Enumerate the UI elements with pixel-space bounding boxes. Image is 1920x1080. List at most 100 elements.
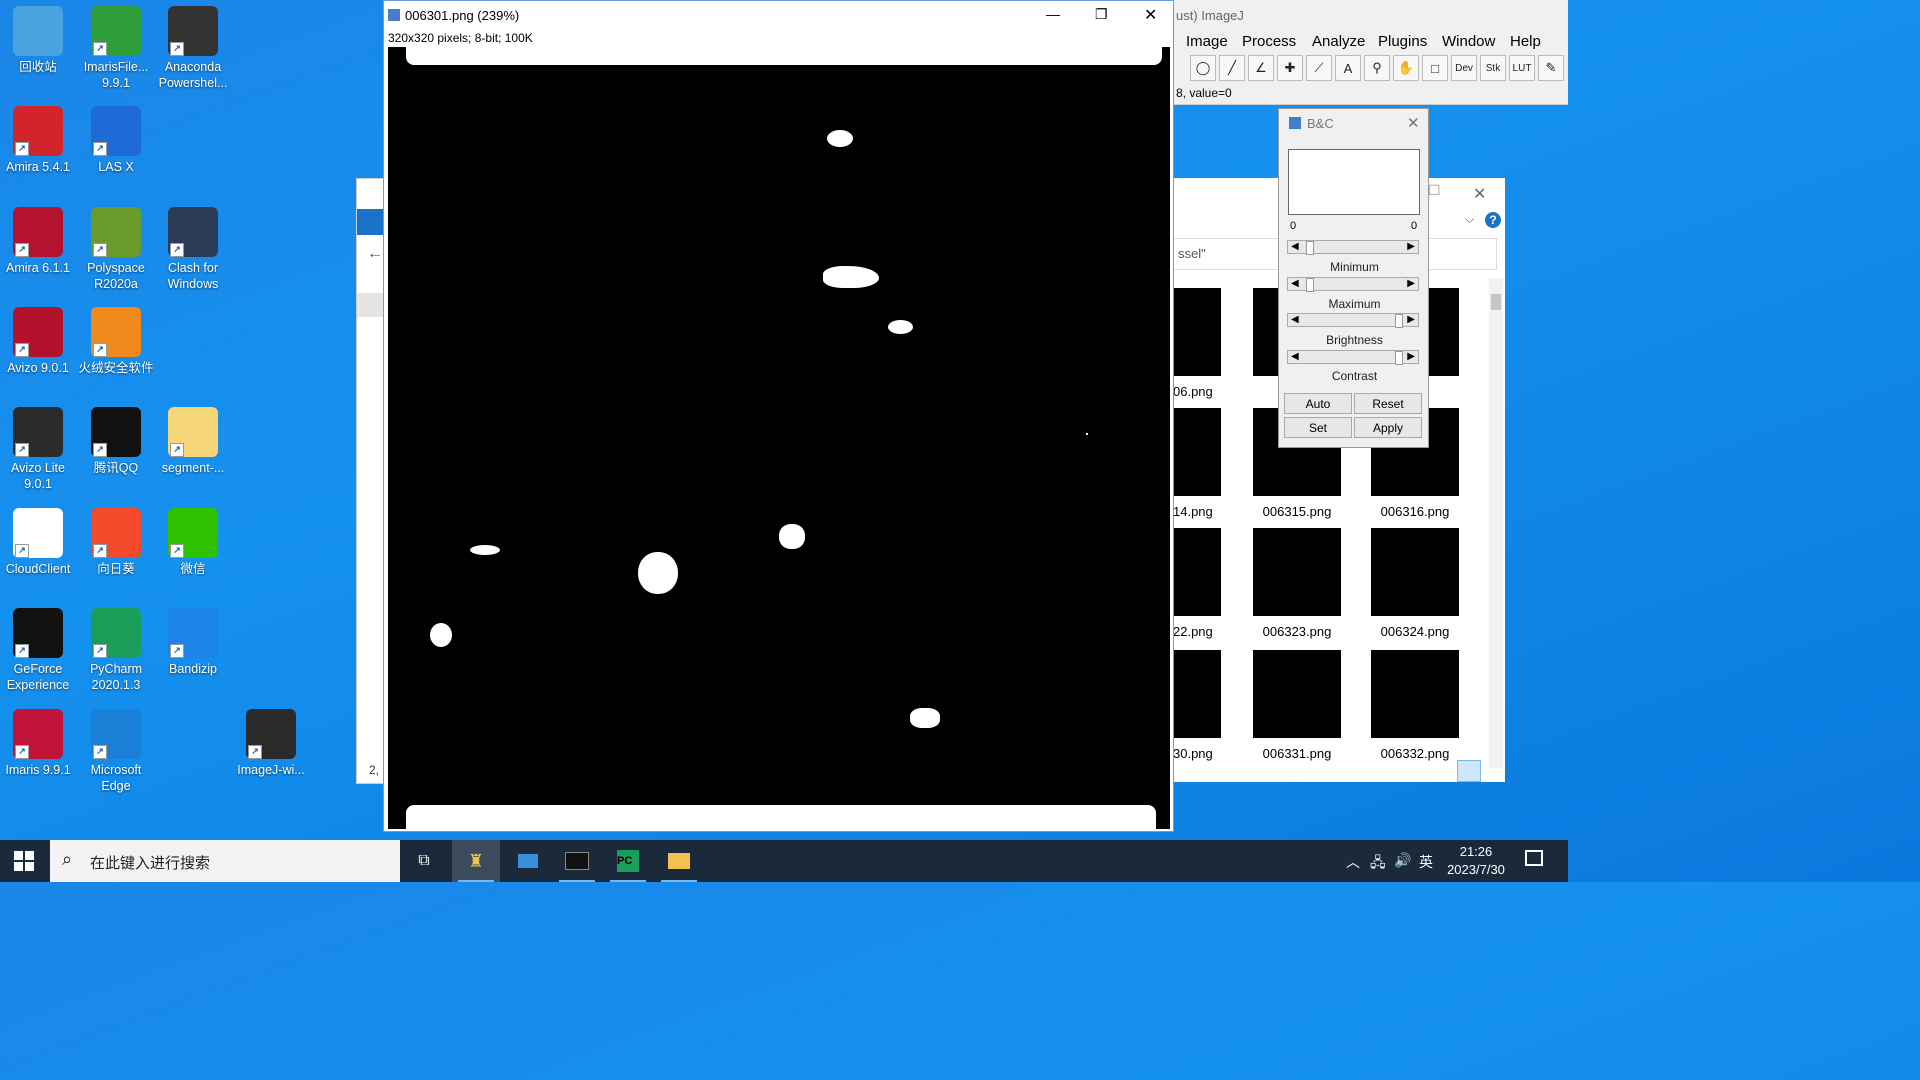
desktop-shortcut[interactable]: ↗ 微信 [155,508,231,577]
file-name[interactable]: 22.png [1173,624,1217,639]
desktop-shortcut[interactable]: ↗ Amira 6.1.1 [0,207,76,276]
tool-button[interactable]: Dev [1451,55,1477,81]
desktop-shortcut[interactable]: ↗ segment-... [155,407,231,476]
brightness-slider[interactable]: ◀ ▶ [1287,313,1419,328]
color-picker-icon[interactable]: □ [1422,55,1448,81]
reset-button[interactable]: Reset [1354,393,1422,414]
ime-indicator[interactable]: 英 [1419,852,1433,872]
taskbar-search[interactable]: ⌕ 在此键入进行搜索 [50,840,400,882]
apply-button[interactable]: Apply [1354,417,1422,438]
desktop-shortcut[interactable]: ↗ GeForce Experience [0,608,76,693]
desktop-shortcut[interactable]: ↗ 火绒安全软件 [78,307,154,376]
desktop-shortcut[interactable]: ↗ LAS X [78,106,154,175]
contrast-slider[interactable]: ◀ ▶ [1287,350,1419,365]
maximum-slider[interactable]: ◀ ▶ [1287,277,1419,292]
point-icon[interactable]: ✚ [1277,55,1303,81]
hand-icon[interactable]: ✋ [1393,55,1419,81]
line-icon[interactable]: ╱ [1219,55,1245,81]
angle-icon[interactable]: ∠ [1248,55,1274,81]
desktop-shortcut[interactable]: ↗ ImageJ-wi... [233,709,309,778]
windows-start-icon[interactable] [14,851,34,871]
help-icon[interactable]: ? [1485,212,1501,228]
network-icon[interactable]: 🖧 [1370,852,1386,876]
desktop-shortcut[interactable]: ↗ Bandizip [155,608,231,677]
image-canvas[interactable] [388,47,1170,829]
clock-time[interactable]: 21:26 [1446,844,1506,859]
file-name[interactable]: 30.png [1173,746,1217,761]
desktop-shortcut[interactable]: ↗ Avizo Lite 9.0.1 [0,407,76,492]
file-name[interactable]: 06.png [1173,384,1217,399]
explorer-scrollbar[interactable] [1489,278,1503,768]
desktop-shortcut[interactable]: ↗ Clash for Windows [155,207,231,292]
task-view-icon[interactable]: ⧉ [400,840,448,882]
menu-item[interactable]: Analyze [1312,33,1365,50]
close-icon[interactable]: ✕ [1144,5,1157,25]
shortcut-arrow-icon: ↗ [170,544,184,558]
desktop-shortcut[interactable]: ↗ Microsoft Edge [78,709,154,794]
minimize-icon[interactable]: — [1046,6,1060,22]
view-toggle-icon[interactable] [1457,760,1481,782]
imagej-main-window: ust) ImageJ Image Process Analyze Plugins Wi… [1172,0,1568,105]
desktop-shortcut[interactable]: ↗ Avizo 9.0.1 [0,307,76,376]
minimum-slider[interactable]: ◀ ▶ [1287,240,1419,255]
file-name[interactable]: 14.png [1173,504,1217,519]
desktop-shortcut[interactable]: 回收站 [0,6,76,75]
shortcut-arrow-icon: ↗ [170,644,184,658]
wand-icon[interactable]: ⟋ [1306,55,1332,81]
file-name[interactable]: 006324.png [1355,624,1475,639]
desktop-shortcut[interactable]: ↗ Imaris 9.9.1 [0,709,76,778]
maximize-icon[interactable]: ☐ [1428,182,1441,199]
menu-item[interactable]: Image [1186,33,1228,50]
close-icon[interactable]: ✕ [1473,184,1486,204]
set-button[interactable]: Set [1284,417,1352,438]
imagej-taskbar-icon[interactable]: ♜ [452,840,500,882]
file-name[interactable]: 006316.png [1355,504,1475,519]
desktop-shortcut[interactable]: ↗ CloudClient [0,508,76,577]
auto-button[interactable]: Auto [1284,393,1352,414]
file-name[interactable]: 006323.png [1237,624,1357,639]
menu-item[interactable]: Plugins [1378,33,1427,50]
file-thumbnail[interactable] [1371,650,1459,738]
desktop-shortcut-label: Polyspace R2020a [87,261,145,291]
tool-button[interactable]: LUT [1509,55,1535,81]
file-name[interactable]: 006332.png [1355,746,1475,761]
file-name[interactable]: 006331.png [1237,746,1357,761]
pencil-icon[interactable]: ✎ [1538,55,1564,81]
clock-date[interactable]: 2023/7/30 [1441,862,1511,877]
chevron-up-icon[interactable]: ︿ [1346,852,1360,872]
tool-button[interactable]: Stk [1480,55,1506,81]
file-thumbnail[interactable] [1371,528,1459,616]
desktop-shortcut-label: segment-... [161,461,225,475]
folder-icon: ↗ [168,407,218,457]
desktop-shortcut[interactable]: ↗ PyCharm 2020.1.3 [78,608,154,693]
file-thumbnail[interactable] [1253,528,1341,616]
freehand-icon[interactable]: ◯ [1190,55,1216,81]
imarisfile-icon: ↗ [91,6,141,56]
desktop-shortcut[interactable]: ↗ ImarisFile... 9.9.1 [78,6,154,91]
desktop-shortcut[interactable]: ↗ Anaconda Powershel... [155,6,231,91]
notification-center-icon[interactable] [1525,850,1543,866]
menu-item[interactable]: Process [1242,33,1296,50]
desktop-shortcut[interactable]: ↗ 腾讯QQ [78,407,154,476]
file-explorer-taskbar-icon[interactable] [655,840,703,882]
text-icon[interactable]: A [1335,55,1361,81]
menu-item[interactable]: Help [1510,33,1541,50]
imagej-title: ust) ImageJ [1176,8,1244,23]
sunlogin-icon: ↗ [91,508,141,558]
desktop-shortcut[interactable]: ↗ Polyspace R2020a [78,207,154,292]
shortcut-arrow-icon: ↗ [15,644,29,658]
back-arrow-icon[interactable]: ← [367,245,383,263]
magnifier-icon[interactable]: ⚲ [1364,55,1390,81]
desktop-shortcut[interactable]: ↗ Amira 5.4.1 [0,106,76,175]
file-thumbnail[interactable] [1253,650,1341,738]
pycharm-taskbar-icon[interactable]: PC [604,840,652,882]
terminal-taskbar-icon[interactable] [553,840,601,882]
file-name[interactable]: 006315.png [1237,504,1357,519]
restore-icon[interactable]: ❐ [1095,6,1108,23]
chevron-down-icon[interactable]: ⌵ [1465,212,1474,227]
remote-desktop-taskbar-icon[interactable] [504,840,552,882]
close-icon[interactable]: ✕ [1407,114,1420,132]
volume-icon[interactable]: 🔊 [1394,852,1411,869]
menu-item[interactable]: Window [1442,33,1495,50]
desktop-shortcut[interactable]: ↗ 向日葵 [78,508,154,577]
